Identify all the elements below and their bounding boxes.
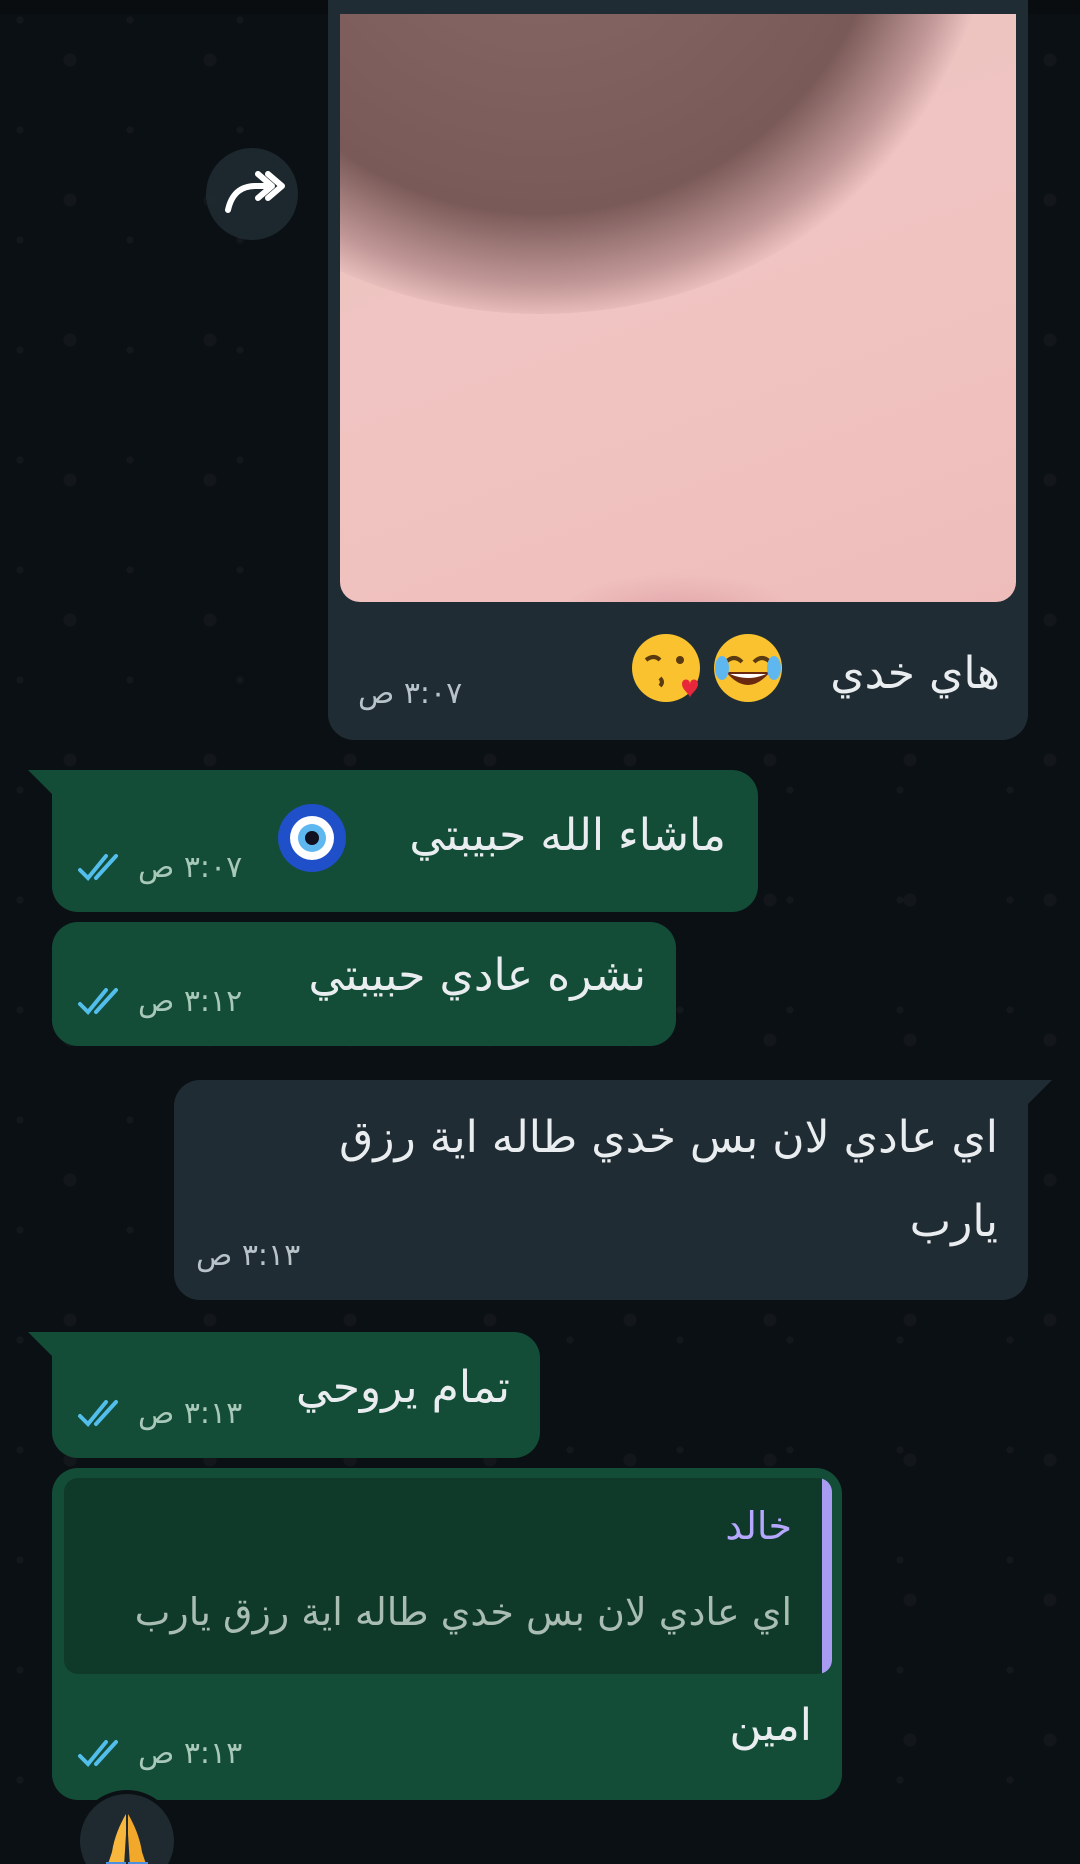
message-time: ٣:٠٧ ص: [358, 676, 463, 711]
double-check-icon: [78, 1400, 118, 1427]
forward-button[interactable]: [206, 148, 298, 240]
message-text: امين: [729, 1700, 812, 1751]
message-time: ٣:٠٧ ص: [138, 850, 243, 885]
photo-content: [340, 14, 990, 314]
message-time: ٣:١٢ ص: [138, 984, 243, 1019]
folded-hands-icon: [106, 1814, 148, 1864]
message-text: تمام يروحي: [296, 1362, 510, 1413]
message-bubble-outgoing[interactable]: نشره عادي حبيبتي ٣:١٢ ص: [52, 922, 676, 1046]
message-bubble-outgoing[interactable]: ماشاء الله حبيبتي ٣:٠٧ ص: [52, 770, 758, 912]
bubble-tail: [28, 770, 52, 794]
quoted-message[interactable]: خالد اي عادي لان بس خدي طاله اية رزق يار…: [64, 1478, 832, 1674]
message-text: نشره عادي حبيبتي: [308, 950, 646, 1001]
quoted-text: اي عادي لان بس خدي طاله اية رزق يارب: [134, 1590, 792, 1634]
double-check-icon: [78, 988, 118, 1015]
message-bubble-incoming[interactable]: اي عادي لان بس خدي طاله اية رزق يارب ٣:١…: [174, 1080, 1028, 1300]
image-caption: هاي خدي: [830, 648, 1000, 699]
message-bubble-outgoing[interactable]: تمام يروحي ٣:١٣ ص: [52, 1332, 540, 1458]
message-text-line-1: اي عادي لان بس خدي طاله اية رزق: [339, 1112, 998, 1163]
chat-view: هاي خدي ٣:٠٧ ص ماشاء الله حبيبتي ٣:٠٧ ص: [0, 0, 1080, 1864]
bubble-tail: [28, 1332, 52, 1356]
quote-accent-bar: [822, 1478, 832, 1674]
message-text-line-2: يارب: [909, 1196, 998, 1247]
message-reaction[interactable]: [76, 1790, 178, 1864]
quoted-author: خالد: [725, 1504, 792, 1548]
message-time: ٣:١٣ ص: [196, 1238, 301, 1273]
forward-icon: [225, 171, 285, 213]
double-check-icon: [78, 854, 118, 881]
face-with-tears-of-joy-icon: [714, 634, 782, 702]
message-text: ماشاء الله حبيبتي: [409, 810, 726, 861]
message-time: ٣:١٣ ص: [138, 1736, 243, 1771]
message-photo[interactable]: [340, 14, 1016, 602]
bubble-tail: [1028, 1080, 1052, 1104]
message-time: ٣:١٣ ص: [138, 1396, 243, 1431]
nazar-amulet-icon: [278, 804, 346, 872]
double-check-icon: [78, 1740, 118, 1767]
face-blowing-a-kiss-icon: [632, 634, 700, 702]
